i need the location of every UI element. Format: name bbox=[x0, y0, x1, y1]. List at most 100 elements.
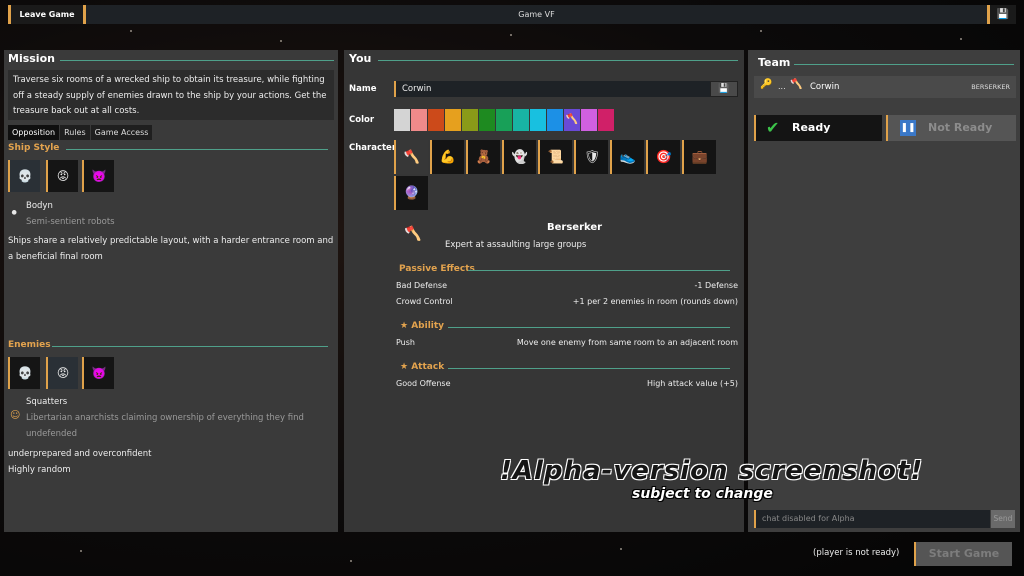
attack-heading: ★ Attack bbox=[400, 362, 444, 372]
send-button[interactable]: Send bbox=[991, 510, 1015, 528]
mission-tabs: Opposition Rules Game Access bbox=[8, 125, 153, 140]
ship-style-subtitle: Semi-sentient robots bbox=[26, 217, 115, 227]
player-status: (player is not ready) bbox=[813, 548, 900, 558]
not-ready-button[interactable]: ❚❚ Not Ready bbox=[886, 115, 1016, 141]
star-icon: ★ bbox=[400, 321, 409, 331]
ghost-icon[interactable]: 👻 bbox=[502, 140, 536, 174]
ability-heading: ★ Ability bbox=[400, 321, 444, 331]
attack-heading-text: Attack bbox=[411, 362, 445, 372]
enemy-name: Squatters bbox=[26, 397, 68, 407]
color-swatch[interactable] bbox=[462, 109, 478, 131]
divider bbox=[448, 327, 730, 328]
background-star bbox=[960, 38, 962, 40]
divider bbox=[52, 346, 328, 347]
passive-row: Bad Defense -1 Defense bbox=[396, 281, 738, 290]
color-swatch[interactable] bbox=[445, 109, 461, 131]
robot-head-icon[interactable]: 💀 bbox=[8, 357, 40, 389]
alpha-watermark: !Alpha-version screenshot! subject to ch… bbox=[500, 456, 1020, 502]
enemy-trait: Highly random bbox=[8, 465, 71, 475]
squatter-face-icon[interactable]: 😡 bbox=[46, 160, 78, 192]
divider bbox=[794, 64, 1014, 65]
color-swatch[interactable] bbox=[513, 109, 529, 131]
enemy-subtitle: Libertarian anarchists claiming ownershi… bbox=[26, 413, 304, 439]
background-star bbox=[130, 30, 132, 32]
background-star bbox=[280, 40, 282, 42]
ship-style-description: Ships share a relatively predictable lay… bbox=[8, 236, 334, 262]
class-name: Berserker bbox=[547, 222, 603, 233]
color-swatch[interactable] bbox=[411, 109, 427, 131]
squatter-face-icon: ☺ bbox=[10, 410, 21, 421]
top-bar: Leave Game Game VF 💾 bbox=[8, 5, 1016, 24]
key-icon: 🔑 bbox=[760, 79, 773, 90]
target-icon[interactable]: 🎯 bbox=[646, 140, 680, 174]
checkmark-icon: ✔ bbox=[766, 118, 780, 137]
teddy-bear-icon[interactable]: 🧸 bbox=[466, 140, 500, 174]
start-game-button[interactable]: Start Game bbox=[914, 542, 1012, 566]
member-ellipsis: ... bbox=[778, 82, 786, 91]
squatter-face-icon[interactable]: 😡 bbox=[46, 357, 78, 389]
color-swatch[interactable] bbox=[479, 109, 495, 131]
divider bbox=[468, 270, 730, 271]
attack-name: Good Offense bbox=[396, 379, 451, 388]
red-skull-icon[interactable]: 👿 bbox=[82, 357, 114, 389]
game-title: Game VF bbox=[86, 5, 990, 24]
divider bbox=[378, 60, 738, 61]
attack-value: High attack value (+5) bbox=[646, 379, 738, 388]
enemy-trait: underprepared and overconfident bbox=[8, 449, 152, 459]
robot-head-icon: ⚫ bbox=[10, 208, 19, 219]
ship-style-name: Bodyn bbox=[26, 201, 53, 211]
axe-icon: 🪓 bbox=[790, 79, 803, 90]
leave-game-button[interactable]: Leave Game bbox=[8, 5, 86, 24]
mission-panel: Mission Traverse six rooms of a wrecked … bbox=[4, 50, 338, 532]
attack-row: Good Offense High attack value (+5) bbox=[396, 379, 738, 388]
ability-row: Push Move one enemy from same room to an… bbox=[396, 338, 738, 347]
not-ready-label: Not Ready bbox=[928, 121, 993, 134]
color-swatch[interactable] bbox=[598, 109, 614, 131]
flexed-arm-icon[interactable]: 💪 bbox=[430, 140, 464, 174]
ready-label: Ready bbox=[792, 121, 831, 134]
axe-icon: 🪓 bbox=[404, 226, 422, 242]
axe-icon[interactable]: 🪓 bbox=[394, 140, 428, 174]
team-member-row: 🔑 ... 🪓 Corwin BERSERKER bbox=[754, 76, 1016, 98]
background-star bbox=[350, 560, 352, 562]
mission-title: Mission bbox=[8, 52, 55, 65]
you-title: You bbox=[349, 52, 372, 65]
shield-icon[interactable]: 🛡 bbox=[574, 140, 608, 174]
robot-head-icon[interactable]: 💀 bbox=[8, 160, 40, 192]
ability-heading-text: Ability bbox=[411, 321, 445, 331]
color-swatch[interactable] bbox=[547, 109, 563, 131]
scroll-icon[interactable]: 📜 bbox=[538, 140, 572, 174]
color-swatch[interactable] bbox=[581, 109, 597, 131]
floppy-disk-icon[interactable]: 💾 bbox=[990, 5, 1016, 24]
background-star bbox=[510, 34, 512, 36]
ready-button[interactable]: ✔ Ready bbox=[754, 115, 882, 141]
axe-icon: 🪓 bbox=[565, 114, 579, 125]
passive-value: -1 Defense bbox=[694, 281, 739, 290]
background-star bbox=[620, 548, 622, 550]
color-swatch[interactable]: 🪓 bbox=[564, 109, 580, 131]
chat-input[interactable]: chat disabled for Alpha bbox=[754, 510, 990, 528]
ship-style-heading: Ship Style bbox=[8, 143, 60, 153]
color-swatch[interactable] bbox=[496, 109, 512, 131]
color-swatch[interactable] bbox=[428, 109, 444, 131]
shoe-icon[interactable]: 👟 bbox=[610, 140, 644, 174]
passive-name: Bad Defense bbox=[396, 281, 447, 290]
name-label: Name bbox=[349, 84, 377, 94]
member-class: BERSERKER bbox=[971, 83, 1010, 91]
team-title: Team bbox=[758, 56, 791, 69]
tab-rules[interactable]: Rules bbox=[60, 125, 90, 140]
briefcase-icon[interactable]: 💼 bbox=[682, 140, 716, 174]
member-name: Corwin bbox=[810, 82, 840, 92]
crystal-ball-icon[interactable]: 🔮 bbox=[394, 176, 428, 210]
color-swatch[interactable] bbox=[394, 109, 410, 131]
name-input[interactable]: Corwin bbox=[394, 81, 710, 97]
enemies-heading: Enemies bbox=[8, 340, 51, 350]
tab-game-access[interactable]: Game Access bbox=[90, 125, 153, 140]
divider bbox=[60, 60, 334, 61]
color-swatch[interactable] bbox=[530, 109, 546, 131]
tab-opposition[interactable]: Opposition bbox=[8, 125, 60, 140]
mission-description: Traverse six rooms of a wrecked ship to … bbox=[8, 70, 334, 120]
floppy-disk-icon[interactable]: 💾 bbox=[710, 81, 738, 97]
character-label: Character bbox=[349, 143, 397, 153]
red-skull-icon[interactable]: 👿 bbox=[82, 160, 114, 192]
